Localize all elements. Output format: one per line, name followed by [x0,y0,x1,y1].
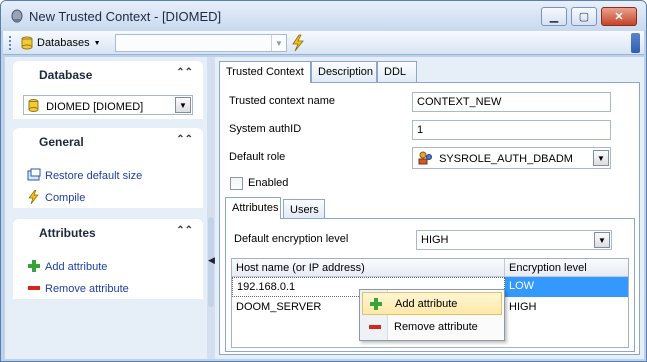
remove-attribute-link[interactable]: Remove attribute [27,281,129,295]
database-select[interactable]: DIOMED [DIOMED] ▼ [23,95,193,115]
context-name-value: CONTEXT_NEW [417,96,502,108]
tab-users[interactable]: Users [283,199,325,219]
toolbar-grip[interactable] [9,36,12,50]
database-section-header[interactable]: Database ⌃⌃ [13,61,203,89]
restore-default-size-label: Restore default size [45,170,143,182]
context-menu: Add attribute Remove attribute [359,289,505,341]
chevron-down-icon[interactable]: ▼ [271,35,286,51]
context-menu-add-attribute[interactable]: Add attribute [362,292,502,315]
collapse-icon[interactable]: ⌃⌃ [176,67,193,78]
encryption-value: LOW [509,280,535,292]
column-header-host[interactable]: Host name (or IP address) [232,259,505,277]
general-section-header[interactable]: General ⌃⌃ [13,128,203,156]
compile-label: Compile [45,192,86,204]
context-menu-add-label: Add attribute [395,298,458,310]
general-section-body: Restore default size Compile [13,156,203,208]
minimize-button[interactable]: ▁ [541,7,567,26]
encryption-cell[interactable]: LOW [505,277,628,297]
minus-icon [369,325,381,329]
encryption-level-select[interactable]: HIGH ▼ [416,230,612,250]
collapse-icon[interactable]: ⌃⌃ [176,134,193,145]
tab-description[interactable]: Description [311,61,377,82]
chevron-down-icon[interactable]: ▼ [593,150,609,166]
system-authid-value: 1 [417,124,424,136]
tab-users-label: Users [290,204,319,216]
default-role-label: Default role [229,151,286,163]
tab-trusted-context-label: Trusted Context [226,66,304,78]
attributes-section-title: Attributes [39,226,96,240]
restore-default-size-link[interactable]: Restore default size [27,168,142,182]
enabled-checkbox[interactable] [230,177,243,190]
chevron-down-icon[interactable]: ▼ [594,232,610,248]
lightning-icon[interactable] [291,34,305,52]
app-icon [11,9,23,23]
encryption-level-value: HIGH [421,234,449,246]
add-attribute-link[interactable]: Add attribute [27,259,107,273]
lightning-icon [28,190,39,204]
database-icon [28,99,39,112]
databases-dropdown[interactable]: Databases ▼ [21,34,101,52]
database-combo[interactable]: ▼ [115,34,287,52]
encryption-value: HIGH [509,301,537,313]
encryption-level-label: Default encryption level [234,233,349,245]
context-menu-remove-label: Remove attribute [394,321,478,333]
tab-description-label: Description [318,66,374,78]
maximize-button[interactable]: ▢ [571,7,597,26]
minus-icon [28,286,40,290]
column-header-encryption[interactable]: Encryption level [505,259,628,277]
column-header-host-label: Host name (or IP address) [236,262,365,274]
navigation-panel: Database ⌃⌃ DIOMED [DIOMED] ▼ General ⌃⌃ [5,57,207,359]
general-section-title: General [39,135,84,149]
tab-trusted-context[interactable]: Trusted Context [219,61,311,83]
chevron-down-icon: ▼ [93,39,101,47]
database-icon [21,36,33,50]
context-menu-remove-attribute[interactable]: Remove attribute [362,316,502,339]
panel-splitter[interactable]: ◀ [207,57,215,359]
plus-icon [28,260,40,272]
database-section-body: DIOMED [DIOMED] ▼ [13,89,203,119]
role-icon [418,151,432,165]
tab-attributes-label: Attributes [232,202,279,214]
title-bar: New Trusted Context - [DIOMED] ▁ ▢ ✕ [1,1,646,31]
host-value: DOOM_SERVER [236,301,322,313]
close-icon: ✕ [614,11,624,23]
default-role-value: SYSROLE_AUTH_DBADM [439,153,573,165]
system-authid-label: System authID [229,123,302,135]
databases-label: Databases [37,37,90,49]
tab-ddl-label: DDL [384,66,407,78]
context-name-input[interactable]: CONTEXT_NEW [412,92,611,112]
plus-icon [370,298,382,310]
attributes-section-body: Add attribute Remove attribute [13,247,203,299]
window-title: New Trusted Context - [DIOMED] [29,9,222,24]
collapse-left-icon[interactable]: ◀ [208,255,215,266]
host-value: 192.168.0.1 [237,281,296,293]
tab-attributes[interactable]: Attributes [225,197,281,219]
add-attribute-label: Add attribute [45,261,108,273]
context-name-label: Trusted context name [229,95,335,107]
chevron-down-icon[interactable]: ▼ [175,97,191,113]
tab-ddl[interactable]: DDL [377,61,417,82]
toolbar: Databases ▼ ▼ [3,31,644,55]
system-authid-input[interactable]: 1 [412,120,611,140]
enabled-label: Enabled [248,177,289,189]
default-role-select[interactable]: SYSROLE_AUTH_DBADM ▼ [412,147,611,169]
remove-attribute-label: Remove attribute [45,283,129,295]
compile-link[interactable]: Compile [27,190,85,204]
database-select-value: DIOMED [DIOMED] [46,101,144,113]
database-section-title: Database [39,68,93,82]
app-window: New Trusted Context - [DIOMED] ▁ ▢ ✕ Dat… [0,0,647,362]
close-button[interactable]: ✕ [601,7,637,26]
column-header-encryption-label: Encryption level [509,262,587,274]
collapse-icon[interactable]: ⌃⌃ [176,225,193,236]
attributes-section-header[interactable]: Attributes ⌃⌃ [13,219,203,247]
encryption-cell[interactable]: HIGH [505,298,628,318]
restore-size-icon [27,168,41,181]
minimize-icon: ▁ [549,11,559,23]
maximize-icon: ▢ [578,11,590,23]
toolbar-options-button[interactable] [631,33,640,53]
